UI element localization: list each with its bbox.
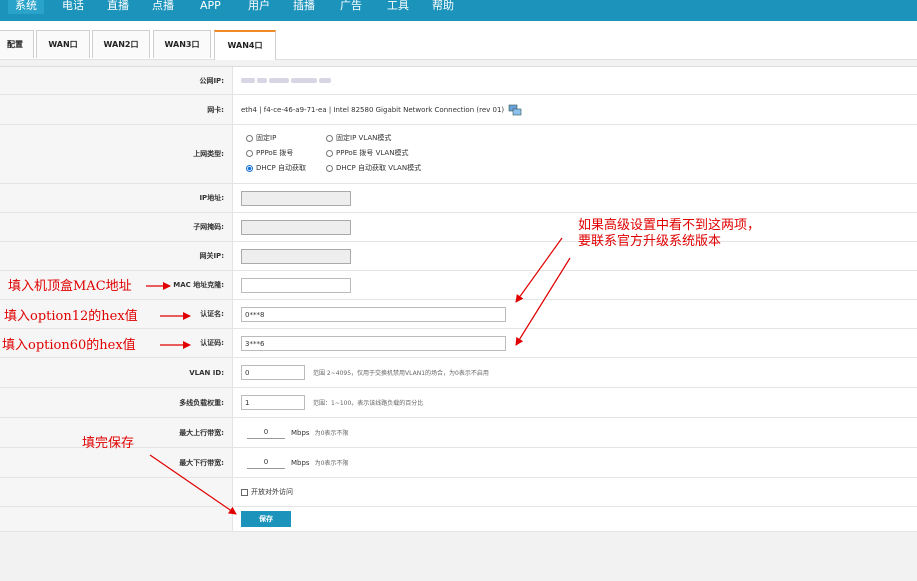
arrow-auth-code	[515, 257, 571, 346]
annotation-arrows	[146, 237, 571, 515]
arrow-auth-name	[515, 237, 563, 303]
arrow-save	[149, 454, 237, 515]
